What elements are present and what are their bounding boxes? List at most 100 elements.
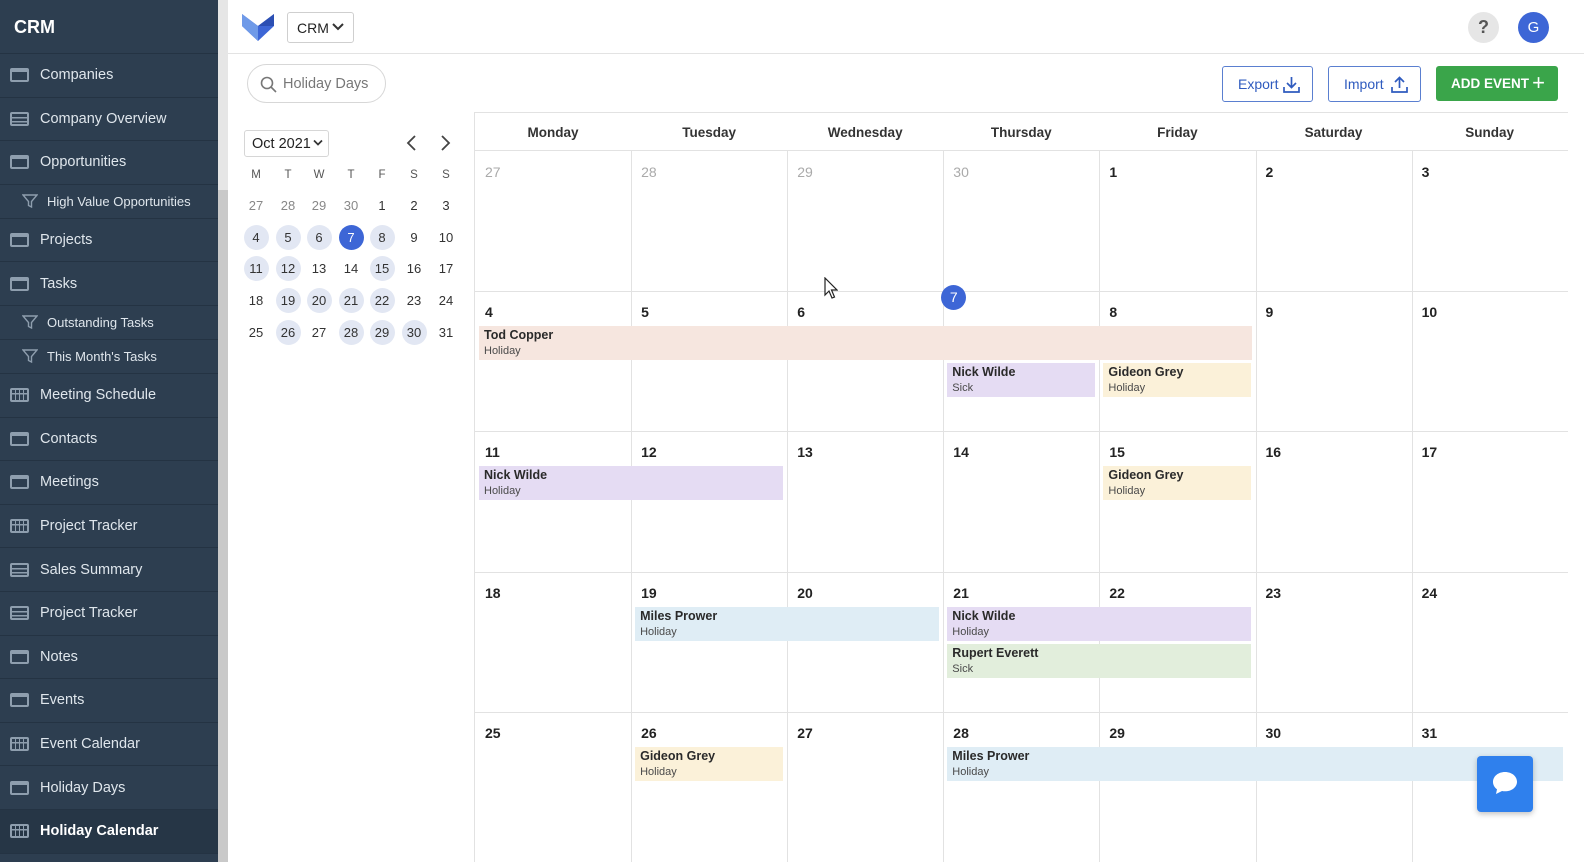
sidebar-item-label: Meetings — [40, 474, 99, 491]
event-bar[interactable]: Gideon Grey Holiday — [1103, 466, 1252, 501]
calendar-day-cell[interactable] — [1099, 151, 1255, 291]
event-name: Gideon Grey — [640, 748, 716, 763]
mini-calendar-day[interactable]: 17 — [434, 256, 459, 281]
calendar-day-cell[interactable] — [943, 291, 1099, 431]
mini-calendar-day[interactable]: 9 — [402, 225, 427, 250]
mini-weekday-label: F — [378, 169, 386, 181]
import-label: Import — [1344, 76, 1384, 92]
calendar-day-cell[interactable] — [1256, 151, 1412, 291]
search-icon — [260, 76, 277, 93]
sidebar-item-event-calendar[interactable]: Event Calendar — [0, 723, 218, 767]
mini-calendar-day[interactable]: 25 — [244, 320, 269, 345]
mini-calendar-day[interactable]: 3 — [434, 193, 459, 218]
mini-calendar-day[interactable]: 29 — [369, 319, 395, 345]
mini-calendar-day[interactable]: 28 — [338, 319, 364, 345]
event-bar[interactable]: Rupert Everett Sick — [947, 643, 1252, 678]
export-button[interactable]: Export — [1222, 66, 1313, 102]
sidebar-item-this-month-s-tasks[interactable]: This Month's Tasks — [0, 340, 218, 374]
chat-button[interactable] — [1477, 756, 1533, 812]
event-bar[interactable]: Miles Prower Holiday — [635, 606, 940, 641]
mini-calendar-day[interactable]: 2 — [402, 193, 427, 218]
day-number: 25 — [485, 724, 501, 741]
mini-month-label: Oct 2021 — [252, 136, 311, 152]
mini-calendar-day[interactable]: 30 — [401, 319, 427, 345]
mini-calendar-day[interactable]: 26 — [275, 319, 301, 345]
mini-calendar-day[interactable]: 14 — [339, 256, 364, 281]
mini-calendar-day[interactable]: 29 — [307, 193, 332, 218]
event-bar[interactable]: Gideon Grey Holiday — [635, 746, 784, 781]
sidebar-item-notes[interactable]: Notes — [0, 636, 218, 680]
sidebar-item-tasks[interactable]: Tasks — [0, 262, 218, 306]
event-bar[interactable]: Miles Prower Holiday — [947, 746, 1563, 781]
mini-calendar-day[interactable]: 5 — [275, 224, 301, 250]
event-bar[interactable]: Nick Wilde Sick — [947, 363, 1096, 398]
sidebar-item-high-value-opportunities[interactable]: High Value Opportunities — [0, 185, 218, 219]
user-avatar[interactable]: G — [1518, 12, 1549, 43]
search-input[interactable]: Holiday Days — [247, 64, 386, 103]
calendar-day-cell[interactable] — [1099, 291, 1255, 431]
app-select[interactable]: CRM — [287, 12, 354, 43]
mini-calendar-day[interactable]: 13 — [307, 256, 332, 281]
sidebar-item-opportunities[interactable]: Opportunities — [0, 141, 218, 185]
calendar-day-cell[interactable] — [787, 291, 943, 431]
mini-calendar-day[interactable]: 22 — [369, 287, 395, 313]
mini-calendar-day[interactable]: 30 — [339, 193, 364, 218]
mini-calendar-day[interactable]: 6 — [306, 224, 332, 250]
app-logo-icon[interactable] — [242, 12, 274, 47]
sidebar-item-project-tracker[interactable]: Project Tracker — [0, 592, 218, 636]
next-month-button[interactable] — [437, 134, 453, 152]
calendar-day-cell[interactable] — [1256, 291, 1412, 431]
sidebar-item-holiday-days[interactable]: Holiday Days — [0, 766, 218, 810]
event-type: Holiday — [640, 625, 677, 638]
sidebar-item-outstanding-tasks[interactable]: Outstanding Tasks — [0, 306, 218, 340]
event-bar[interactable]: Nick Wilde Holiday — [479, 466, 784, 501]
event-bar[interactable]: Gideon Grey Holiday — [1103, 363, 1252, 398]
mini-calendar-day[interactable]: 11 — [243, 255, 269, 281]
event-bar[interactable]: Tod Copper Holiday — [479, 326, 1252, 361]
import-button[interactable]: Import — [1328, 66, 1421, 102]
sidebar-item-events[interactable]: Events — [0, 679, 218, 723]
add-event-button[interactable]: ADD EVENT + — [1436, 66, 1558, 101]
mouse-cursor-icon — [824, 277, 838, 299]
previous-month-button[interactable] — [404, 134, 420, 152]
sidebar-item-contacts[interactable]: Contacts — [0, 418, 218, 462]
mini-calendar-day[interactable]: 15 — [369, 255, 395, 281]
mini-calendar-day[interactable]: 24 — [434, 288, 459, 313]
sidebar-item-project-tracker[interactable]: Project Tracker — [0, 505, 218, 549]
day-number: 26 — [641, 724, 657, 741]
sidebar-item-sales-summary[interactable]: Sales Summary — [0, 548, 218, 592]
mini-calendar-day[interactable]: 19 — [275, 287, 301, 313]
event-bar[interactable]: Nick Wilde Holiday — [947, 606, 1252, 641]
sidebar-scrollbar-thumb[interactable] — [218, 190, 228, 862]
sidebar-item-company-overview[interactable]: Company Overview — [0, 98, 218, 142]
mini-calendar-day[interactable]: 16 — [402, 256, 427, 281]
mini-calendar-day[interactable]: 10 — [434, 225, 459, 250]
mini-calendar-day[interactable]: 21 — [338, 287, 364, 313]
mini-calendar-day[interactable]: 1 — [370, 193, 395, 218]
mini-calendar-day[interactable]: 7 — [338, 224, 364, 250]
mini-calendar-day[interactable]: 20 — [306, 287, 332, 313]
calendar-day-cell[interactable] — [475, 291, 631, 431]
day-number: 2 — [1265, 164, 1274, 180]
mini-calendar-day[interactable]: 28 — [276, 193, 301, 218]
calendar-day-cell[interactable] — [1412, 151, 1568, 291]
sidebar-item-companies[interactable]: Companies — [0, 54, 218, 98]
mini-calendar-day[interactable]: 12 — [275, 255, 301, 281]
sidebar-item-holiday-calendar[interactable]: Holiday Calendar — [0, 809, 218, 854]
mini-calendar-day[interactable]: 27 — [244, 193, 269, 218]
help-button[interactable]: ? — [1468, 12, 1499, 43]
mini-calendar-day[interactable]: 31 — [434, 320, 459, 345]
sidebar-item-meeting-schedule[interactable]: Meeting Schedule — [0, 374, 218, 418]
mini-calendar-day[interactable]: 4 — [243, 224, 269, 250]
calendar-day-cell[interactable] — [631, 291, 787, 431]
mini-month-select[interactable]: Oct 2021 — [244, 130, 329, 157]
mini-calendar-day[interactable]: 8 — [369, 224, 395, 250]
sidebar-item-meetings[interactable]: Meetings — [0, 461, 218, 505]
weekday-header-friday: Friday — [1157, 125, 1198, 140]
sidebar-item-projects[interactable]: Projects — [0, 219, 218, 263]
mini-calendar-day[interactable]: 18 — [244, 288, 269, 313]
mini-calendar-day[interactable]: 23 — [402, 288, 427, 313]
table-icon — [10, 68, 29, 83]
sidebar-item-label: Sales Summary — [40, 561, 143, 578]
mini-calendar-day[interactable]: 27 — [307, 320, 332, 345]
